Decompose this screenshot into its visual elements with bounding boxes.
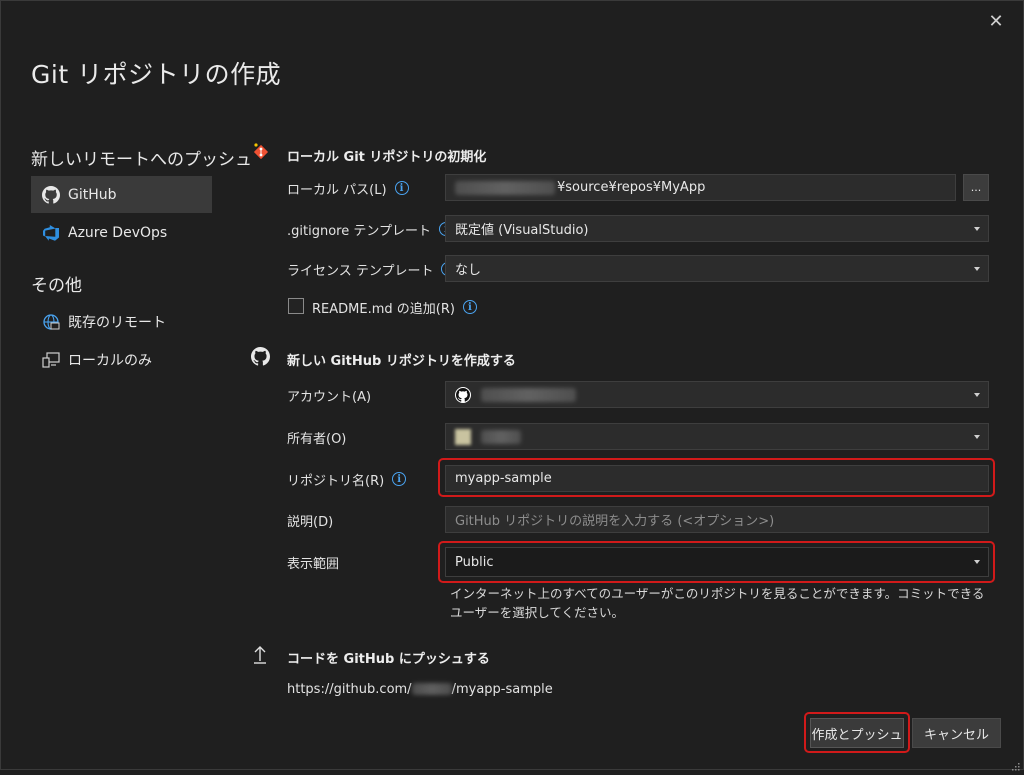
sidebar-item-label: GitHub — [68, 186, 117, 203]
local-path-label: ローカル パス(L) i — [287, 179, 409, 198]
github-avatar-icon — [455, 386, 471, 403]
sidebar-item-label: Azure DevOps — [68, 224, 168, 241]
azure-devops-icon — [42, 224, 60, 242]
chevron-down-icon — [974, 266, 980, 271]
push-section-heading: コードを GitHub にプッシュする — [287, 652, 490, 667]
remote-url-text: https://github.com/ /myapp-sample — [287, 681, 553, 697]
license-label: ライセンス テンプレートi — [287, 260, 456, 279]
sidebar-heading-push: 新しいリモートへのプッシュ — [31, 150, 252, 170]
info-icon[interactable]: i — [462, 300, 477, 314]
create-git-repository-dialog: ✕ Git リポジトリの作成 新しいリモートへのプッシュ GitHub Azur… — [0, 0, 1024, 771]
sidebar-heading-other: その他 — [31, 276, 82, 296]
visibility-help-text: インターネット上のすべてのユーザーがこのリポジトリを見ることができます。コミット… — [450, 586, 985, 620]
github-section-heading: 新しい GitHub リポジトリを作成する — [287, 354, 516, 369]
redacted-owner — [481, 429, 521, 444]
browse-button[interactable]: ... — [963, 174, 989, 201]
resize-grip-icon[interactable] — [1010, 756, 1020, 771]
description-label: 説明(D) — [287, 514, 334, 530]
chevron-down-icon — [974, 392, 980, 397]
owner-label: 所有者(O) — [287, 431, 347, 447]
local-section-heading: ローカル Git リポジトリの初期化 — [287, 150, 487, 165]
gitignore-label: .gitignore テンプレートi — [287, 220, 453, 239]
github-icon — [42, 185, 60, 204]
git-logo-icon — [251, 142, 271, 162]
local-path-input[interactable]: ¥source¥repos¥MyApp — [445, 174, 956, 201]
account-dropdown[interactable] — [445, 381, 989, 408]
local-computer-icon — [42, 351, 60, 369]
description-input[interactable]: GitHub リポジトリの説明を入力する (<オプション>) — [445, 506, 989, 533]
sidebar-item-label: ローカルのみ — [68, 352, 152, 369]
create-and-push-button[interactable]: 作成とプッシュ — [810, 718, 904, 748]
gitignore-dropdown[interactable]: 既定値 (VisualStudio) — [445, 215, 989, 242]
redacted-owner — [411, 683, 452, 695]
close-icon[interactable]: ✕ — [987, 13, 1005, 31]
license-dropdown[interactable]: なし — [445, 255, 989, 282]
dialog-title: Git リポジトリの作成 — [31, 60, 282, 89]
info-icon[interactable]: i — [392, 472, 407, 486]
account-label: アカウント(A) — [287, 389, 372, 405]
repo-name-input[interactable]: myapp-sample — [445, 465, 989, 492]
sidebar-item-azure-devops[interactable]: Azure DevOps — [31, 214, 212, 251]
redacted-path — [455, 180, 555, 195]
upload-arrow-icon — [252, 645, 268, 665]
sidebar-item-existing-remote[interactable]: 既存のリモート — [31, 303, 212, 340]
redacted-account — [481, 387, 576, 402]
sidebar-item-github[interactable]: GitHub — [31, 176, 212, 213]
sidebar-item-label: 既存のリモート — [68, 314, 166, 331]
chevron-down-icon — [974, 434, 980, 439]
readme-label[interactable]: README.md の追加(R) i — [312, 298, 477, 317]
cancel-button[interactable]: キャンセル — [912, 718, 1001, 748]
owner-avatar — [455, 428, 471, 445]
repo-name-label: リポジトリ名(R) i — [287, 470, 407, 489]
visibility-dropdown[interactable]: Public — [445, 547, 989, 577]
chevron-down-icon — [974, 560, 980, 564]
visibility-label: 表示範囲 — [287, 556, 340, 572]
owner-dropdown[interactable] — [445, 423, 989, 450]
sidebar-item-local-only[interactable]: ローカルのみ — [31, 341, 212, 378]
info-icon[interactable]: i — [394, 181, 409, 195]
chevron-down-icon — [974, 226, 980, 231]
readme-checkbox[interactable] — [288, 298, 304, 314]
globe-remote-icon — [42, 313, 60, 331]
github-icon — [251, 347, 270, 366]
